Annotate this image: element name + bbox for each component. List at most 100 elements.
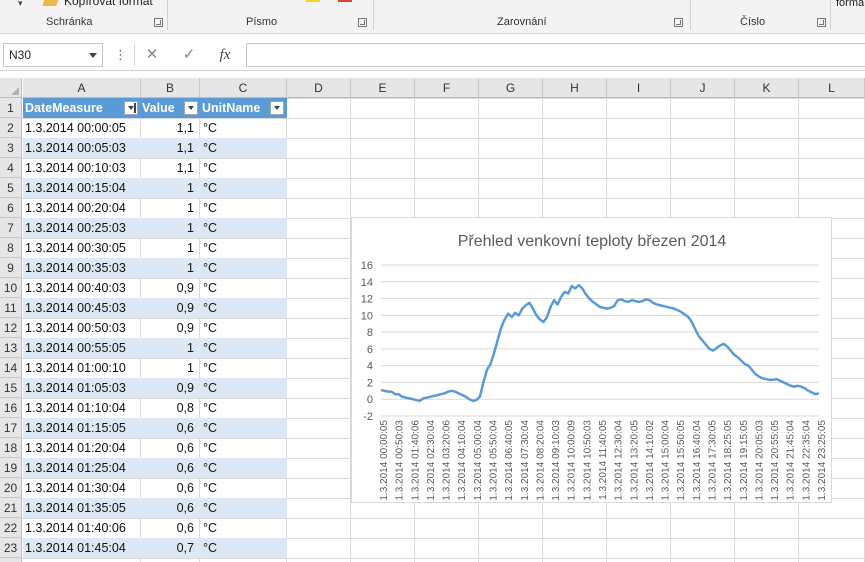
row-header[interactable]: 3 (0, 138, 22, 158)
row-header[interactable]: 16 (0, 398, 22, 418)
cell-unitname[interactable]: °C (201, 438, 285, 458)
column-header-k[interactable]: K (735, 78, 799, 98)
cell-datemeasure[interactable]: 1.3.2014 00:40:03 (25, 278, 139, 298)
cell-datemeasure[interactable]: 1.3.2014 00:25:03 (25, 218, 139, 238)
row-header[interactable]: 13 (0, 338, 22, 358)
table-row[interactable]: 1.3.2014 00:10:03 1,1 °C (23, 158, 287, 178)
column-header-e[interactable]: E (351, 78, 415, 98)
row-header[interactable]: 19 (0, 458, 22, 478)
cell-value[interactable]: 0,7 (141, 538, 197, 558)
cell-datemeasure[interactable]: 1.3.2014 00:00:05 (25, 118, 139, 138)
row-header[interactable]: 9 (0, 258, 22, 278)
row-header[interactable]: 8 (0, 238, 22, 258)
row-header[interactable]: 23 (0, 538, 22, 558)
cell-value[interactable]: 0,6 (141, 498, 197, 518)
cell-value[interactable]: 0,6 (141, 458, 197, 478)
table-row[interactable]: 1.3.2014 00:30:05 1 °C (23, 238, 287, 258)
row-header[interactable]: 1 (0, 98, 22, 118)
row-header[interactable]: 15 (0, 378, 22, 398)
cell-datemeasure[interactable]: 1.3.2014 00:30:05 (25, 238, 139, 258)
cell-datemeasure[interactable]: 1.3.2014 00:10:03 (25, 158, 139, 178)
cell-unitname[interactable]: °C (201, 498, 285, 518)
cell-value[interactable]: 1 (141, 358, 197, 378)
cell-value[interactable]: 0,9 (141, 298, 197, 318)
cell-value[interactable]: 0,9 (141, 318, 197, 338)
number-launcher-icon[interactable] (817, 18, 826, 27)
cell-unitname[interactable]: °C (201, 518, 285, 538)
clipboard-launcher-icon[interactable] (154, 18, 163, 27)
row-header[interactable]: 7 (0, 218, 22, 238)
cell-value[interactable]: 1 (141, 258, 197, 278)
table-row[interactable]: 1.3.2014 01:15:05 0,6 °C (23, 418, 287, 438)
cell-value[interactable]: 1 (141, 178, 197, 198)
cell-value[interactable]: 1,1 (141, 118, 197, 138)
name-box-dropdown-icon[interactable] (89, 53, 97, 58)
row-header[interactable]: 12 (0, 318, 22, 338)
cell-datemeasure[interactable]: 1.3.2014 00:20:04 (25, 198, 139, 218)
cell-unitname[interactable]: °C (201, 218, 285, 238)
table-row[interactable]: 1.3.2014 00:00:05 1,1 °C (23, 118, 287, 138)
filter-sort-button-datemeasure[interactable] (124, 101, 138, 115)
table-row[interactable]: 1.3.2014 01:20:04 0,6 °C (23, 438, 287, 458)
insert-function-icon[interactable]: fx (212, 45, 238, 65)
table-row[interactable]: 1.3.2014 00:50:03 0,9 °C (23, 318, 287, 338)
row-header[interactable] (0, 558, 22, 562)
cell-value[interactable]: 0,6 (141, 438, 197, 458)
cell-unitname[interactable]: °C (201, 538, 285, 558)
cell-unitname[interactable]: °C (201, 418, 285, 438)
filter-button-unitname[interactable] (270, 101, 284, 115)
cell-datemeasure[interactable]: 1.3.2014 00:35:03 (25, 258, 139, 278)
cell-datemeasure[interactable]: 1.3.2014 00:45:03 (25, 298, 139, 318)
row-header[interactable]: 14 (0, 358, 22, 378)
cell-value[interactable]: 1 (141, 198, 197, 218)
column-header-l[interactable]: L (799, 78, 865, 98)
cell-datemeasure[interactable]: 1.3.2014 01:20:04 (25, 438, 139, 458)
table-row[interactable]: 1.3.2014 01:05:03 0,9 °C (23, 378, 287, 398)
cancel-icon[interactable]: ✕ (139, 45, 165, 65)
cell-datemeasure[interactable]: 1.3.2014 01:45:04 (25, 538, 139, 558)
row-header[interactable]: 6 (0, 198, 22, 218)
cell-unitname[interactable]: °C (201, 458, 285, 478)
cell-value[interactable]: 0,9 (141, 278, 197, 298)
table-row[interactable]: 1.3.2014 00:40:03 0,9 °C (23, 278, 287, 298)
row-header[interactable]: 17 (0, 418, 22, 438)
cell-datemeasure[interactable]: 1.3.2014 00:15:04 (25, 178, 139, 198)
row-header[interactable]: 10 (0, 278, 22, 298)
formula-bar-grip-icon[interactable]: ⋮ (114, 47, 127, 63)
column-header-c[interactable]: C (200, 78, 287, 98)
font-launcher-icon[interactable] (358, 18, 367, 27)
column-header-a[interactable]: A (23, 78, 141, 98)
cell-value[interactable]: 1 (141, 218, 197, 238)
row-header[interactable]: 21 (0, 498, 22, 518)
cell-unitname[interactable]: °C (201, 258, 285, 278)
row-header[interactable]: 22 (0, 518, 22, 538)
temperature-chart[interactable]: Přehled venkovní teploty březen 2014 -2 0 2… (351, 217, 832, 503)
table-row[interactable]: 1.3.2014 01:10:04 0,8 °C (23, 398, 287, 418)
enter-icon[interactable]: ✓ (176, 45, 202, 65)
column-header-i[interactable]: I (607, 78, 671, 98)
cell-unitname[interactable]: °C (201, 298, 285, 318)
cell-value[interactable]: 1,1 (141, 158, 197, 178)
highlight-color-icon[interactable] (306, 0, 320, 2)
cell-unitname[interactable]: °C (201, 118, 285, 138)
cell-unitname[interactable]: °C (201, 238, 285, 258)
cell-value[interactable]: 1 (141, 238, 197, 258)
cell-value[interactable]: 1,1 (141, 138, 197, 158)
table-row[interactable]: 1.3.2014 01:25:04 0,6 °C (23, 458, 287, 478)
name-box[interactable]: N30 (3, 43, 103, 67)
formula-input[interactable] (246, 43, 865, 67)
cell-datemeasure[interactable]: 1.3.2014 00:50:03 (25, 318, 139, 338)
cell-datemeasure[interactable]: 1.3.2014 01:35:05 (25, 498, 139, 518)
cell-unitname[interactable]: °C (201, 338, 285, 358)
row-header[interactable]: 5 (0, 178, 22, 198)
table-row[interactable]: 1.3.2014 00:45:03 0,9 °C (23, 298, 287, 318)
row-header[interactable]: 20 (0, 478, 22, 498)
cell-value[interactable]: 0,6 (141, 418, 197, 438)
row-header[interactable]: 11 (0, 298, 22, 318)
cell-value[interactable]: 0,6 (141, 518, 197, 538)
table-row[interactable]: 1.3.2014 01:00:10 1 °C (23, 358, 287, 378)
column-header-h[interactable]: H (543, 78, 607, 98)
alignment-launcher-icon[interactable] (674, 18, 683, 27)
column-header-d[interactable]: D (287, 78, 351, 98)
column-header-g[interactable]: G (479, 78, 543, 98)
